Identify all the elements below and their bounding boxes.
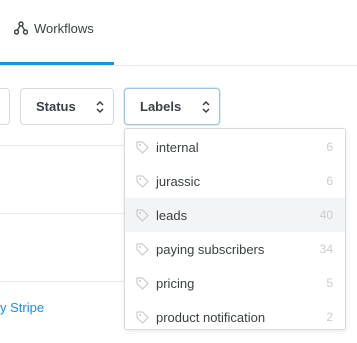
sort-arrows-icon	[96, 100, 104, 114]
labels-dropdown-menu: internal 6 jurassic 6 leads 40 paying su…	[124, 128, 346, 330]
tag-icon	[136, 311, 149, 324]
tag-icon	[136, 209, 149, 222]
tag-icon	[136, 141, 149, 154]
dropdown-item-count: 5	[326, 276, 333, 290]
dropdown-item-count: 40	[319, 208, 333, 222]
dropdown-item[interactable]: leads 40	[125, 198, 345, 232]
status-select-label: Status	[36, 99, 76, 114]
dropdown-item-label: leads	[156, 208, 188, 223]
tag-icon	[136, 243, 149, 256]
labels-select-label: Labels	[140, 99, 182, 114]
dropdown-item[interactable]: paying subscribers 34	[125, 232, 345, 266]
labels-select[interactable]: Labels	[124, 88, 220, 125]
dropdown-item[interactable]: pricing 5	[125, 266, 345, 300]
filter-button-partial[interactable]	[0, 88, 10, 125]
tab-workflows-label: Workflows	[34, 20, 94, 36]
stripe-link[interactable]: y Stripe	[0, 300, 44, 315]
active-tab-indicator	[0, 62, 114, 65]
sort-arrows-icon	[202, 100, 210, 114]
tag-icon	[136, 277, 149, 290]
dropdown-item-label: internal	[156, 140, 199, 155]
dropdown-item[interactable]: internal 6	[125, 130, 345, 164]
dropdown-item-count: 2	[326, 310, 333, 324]
workflow-icon	[13, 21, 29, 35]
dropdown-item[interactable]: product notification 2	[125, 300, 345, 329]
status-select[interactable]: Status	[20, 88, 114, 125]
dropdown-item[interactable]: jurassic 6	[125, 164, 345, 198]
dropdown-item-label: paying subscribers	[156, 242, 265, 257]
tab-workflows[interactable]: Workflows	[13, 18, 94, 38]
divider	[0, 145, 124, 146]
dropdown-item-label: pricing	[156, 276, 195, 291]
dropdown-item-label: jurassic	[156, 174, 201, 189]
tag-icon	[136, 175, 149, 188]
dropdown-item-count: 6	[326, 140, 333, 154]
divider	[0, 281, 124, 282]
dropdown-item-count: 34	[319, 242, 333, 256]
header-tabbar: Workflows	[0, 0, 357, 66]
dropdown-item-count: 6	[326, 174, 333, 188]
divider	[0, 213, 124, 214]
dropdown-item-label: product notification	[156, 310, 266, 325]
